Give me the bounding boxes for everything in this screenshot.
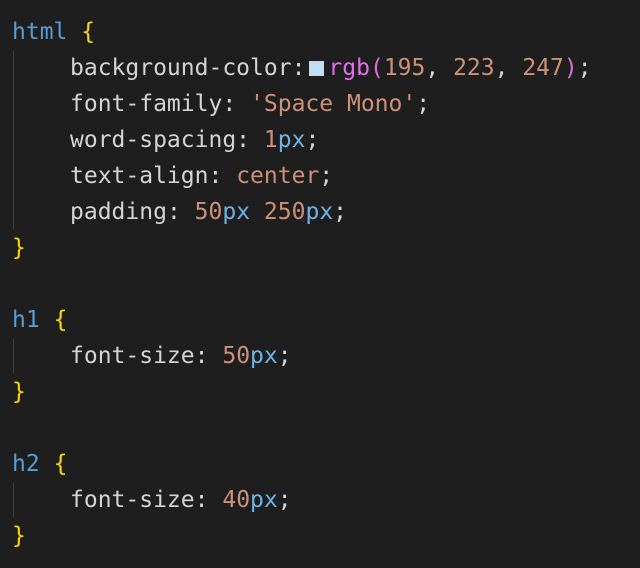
css-unit: px xyxy=(250,343,278,369)
paren-open: ( xyxy=(369,55,384,81)
code-line: padding: 50px 250px; xyxy=(0,194,640,230)
css-property: background-color xyxy=(70,55,292,81)
css-number: 223 xyxy=(453,55,495,81)
code-line: font-family: 'Space Mono'; xyxy=(0,86,640,122)
css-unit: px xyxy=(277,127,306,153)
open-brace: { xyxy=(81,19,96,45)
css-number: 50 xyxy=(222,343,251,369)
comma: , xyxy=(425,55,454,81)
colon: : xyxy=(166,199,181,225)
open-brace: { xyxy=(53,307,68,333)
css-number: 250 xyxy=(263,199,306,225)
code-line: } xyxy=(0,230,640,266)
css-unit: px xyxy=(222,199,251,225)
css-property: font-size xyxy=(70,487,195,513)
code-editor[interactable]: html { background-color: rgb(195, 223, 24… xyxy=(0,0,640,568)
semicolon: ; xyxy=(577,55,592,81)
css-number: 50 xyxy=(194,199,223,225)
code-line: text-align: center; xyxy=(0,158,640,194)
css-selector: h1 xyxy=(12,307,40,333)
css-property: font-family xyxy=(70,91,223,117)
css-unit: px xyxy=(250,487,278,513)
css-number: 1 xyxy=(263,127,278,153)
code-line: font-size: 50px; xyxy=(0,338,640,374)
css-keyword: center xyxy=(236,163,320,189)
colon: : xyxy=(194,343,209,369)
paren-close: ) xyxy=(563,55,578,81)
css-number: 247 xyxy=(522,55,564,81)
colon: : xyxy=(194,487,209,513)
css-unit: px xyxy=(305,199,334,225)
code-line: html { xyxy=(0,14,640,50)
semicolon: ; xyxy=(319,163,334,189)
semicolon: ; xyxy=(416,91,431,117)
css-number: 195 xyxy=(383,55,426,81)
code-line: word-spacing: 1px; xyxy=(0,122,640,158)
colon: : xyxy=(208,163,223,189)
code-line: background-color: rgb(195, 223, 247); xyxy=(0,50,640,86)
semicolon: ; xyxy=(277,487,292,513)
css-property: text-align xyxy=(70,163,209,189)
semicolon: ; xyxy=(305,127,320,153)
code-line: } xyxy=(0,518,640,554)
close-brace: } xyxy=(12,523,26,549)
colon: : xyxy=(222,91,237,117)
close-brace: } xyxy=(12,235,26,261)
css-selector: html xyxy=(12,19,68,45)
semicolon: ; xyxy=(277,343,292,369)
comma: , xyxy=(494,55,523,81)
close-brace: } xyxy=(12,379,26,405)
semicolon: ; xyxy=(333,199,348,225)
code-line: } xyxy=(0,374,640,410)
code-line: font-size: 40px; xyxy=(0,482,640,518)
code-line: h2 { xyxy=(0,446,640,482)
css-property: font-size xyxy=(70,343,195,369)
open-brace: { xyxy=(53,451,68,477)
code-line: h1 { xyxy=(0,302,640,338)
css-string: 'Space Mono' xyxy=(250,91,417,117)
css-function: rgb xyxy=(328,55,370,81)
colon: : xyxy=(291,55,306,81)
css-property: padding xyxy=(70,199,167,225)
css-property: word-spacing xyxy=(70,127,237,153)
colon: : xyxy=(236,127,251,153)
css-number: 40 xyxy=(222,487,251,513)
color-swatch-icon[interactable] xyxy=(309,61,325,76)
css-selector: h2 xyxy=(12,451,40,477)
